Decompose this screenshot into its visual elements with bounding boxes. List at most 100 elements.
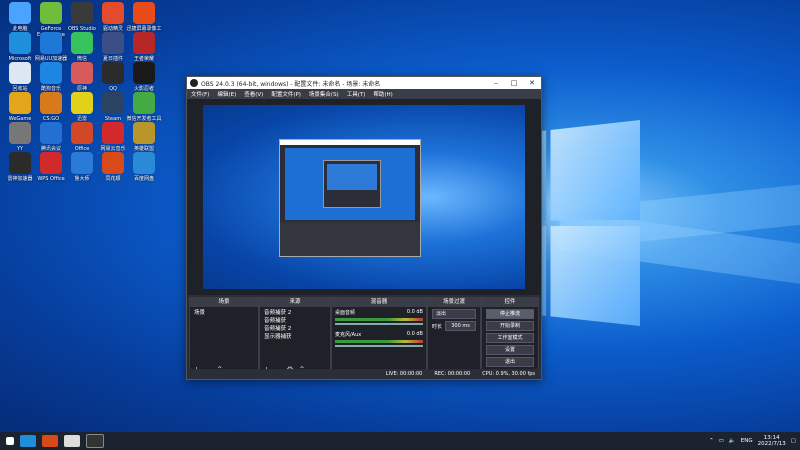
desktop-icon[interactable]: 火影忍者 (126, 62, 162, 92)
control-button[interactable]: 停止推流 (486, 309, 534, 319)
dock-area: 场景 场景 +− ⌃⌄ 来源 音频捕获 2音频捕获音频捕获 2显示器捕获 +− … (187, 297, 541, 377)
app-icon (40, 62, 62, 84)
app-icon (133, 62, 155, 84)
minimize-button[interactable]: – (487, 79, 505, 87)
source-item[interactable]: 显示器捕获 (264, 333, 326, 341)
app-icon (133, 92, 155, 114)
source-item[interactable]: 音频捕获 (264, 317, 326, 325)
app-taskbar-icon[interactable] (42, 435, 58, 447)
sources-header: 来源 (260, 298, 330, 307)
status-bar: LIVE: 00:00:00 REC: 00:00:00 CPU: 0.9%, … (187, 369, 541, 379)
transition-select[interactable]: 淡出 (432, 309, 476, 319)
language-indicator[interactable]: ENG (741, 438, 753, 444)
app-icon (102, 32, 124, 54)
source-item[interactable]: 音频捕获 2 (264, 325, 326, 333)
obs-titlebar[interactable]: OBS 24.0.3 (64-bit, windows) - 配置文件: 未命名… (187, 77, 541, 89)
menu-item[interactable]: 查看(V) (244, 90, 263, 98)
mixer-panel: 混音器 桌面音频 0.0 dB 麦克风/Aux 0.0 dB (331, 297, 427, 377)
mixer-channel: 麦克风/Aux 0.0 dB (335, 331, 423, 351)
app-icon (71, 32, 93, 54)
obs-window[interactable]: OBS 24.0.3 (64-bit, windows) - 配置文件: 未命名… (186, 76, 542, 380)
app-icon (9, 92, 31, 114)
menu-item[interactable]: 编辑(E) (217, 90, 236, 98)
clock-date: 2022/7/13 (757, 441, 786, 447)
menu-item[interactable]: 帮助(H) (373, 90, 392, 98)
volume-slider[interactable] (335, 323, 423, 325)
menu-item[interactable]: 场景集合(S) (309, 90, 339, 98)
taskbar: ⌃ ▭ 🔈 ENG 13:14 2022/7/13 ▢ (0, 432, 800, 450)
duration-input[interactable]: 300 ms (445, 321, 476, 331)
app-icon (102, 2, 124, 24)
scenes-panel: 场景 场景 +− ⌃⌄ (189, 297, 259, 377)
network-icon[interactable]: ▭ (719, 438, 724, 444)
system-tray: ⌃ ▭ 🔈 ENG 13:14 2022/7/13 ▢ (709, 432, 796, 450)
sources-list: 音频捕获 2 音频捕获 音频捕获 2 显示器捕获 (260, 307, 330, 343)
mixer-channel-db: 0.0 dB (406, 331, 423, 337)
desktop: 此电脑GeForce ExperienceOBS Studio驱动精灵迅捷屏幕录… (0, 0, 800, 432)
preview-area[interactable] (187, 99, 541, 295)
transitions-panel: 场景过渡 淡出 时长 300 ms (427, 297, 481, 377)
notification-icon[interactable]: ▢ (791, 438, 796, 444)
scene-item[interactable]: 场景 (194, 309, 254, 317)
app-icon (133, 2, 155, 24)
app-icon (102, 122, 124, 144)
app-icon (40, 152, 62, 174)
volume-meter (335, 340, 423, 343)
maximize-button[interactable]: □ (505, 79, 523, 87)
scenes-header: 场景 (190, 298, 258, 307)
app-icon (102, 92, 124, 114)
menu-item[interactable]: 配置文件(P) (271, 90, 301, 98)
app-icon (71, 122, 93, 144)
explorer-taskbar-icon[interactable] (64, 435, 80, 447)
menu-item[interactable]: 工具(T) (347, 90, 366, 98)
app-icon (40, 32, 62, 54)
mixer-channel-name: 桌面音频 (335, 310, 356, 316)
app-icon (133, 122, 155, 144)
duration-label: 时长 (432, 323, 443, 330)
app-icon (40, 2, 62, 24)
desktop-icon[interactable]: 微信开发者工具 (126, 92, 162, 122)
app-icon (9, 152, 31, 174)
close-button[interactable]: ✕ (523, 79, 541, 87)
start-button-icon[interactable] (6, 437, 14, 445)
app-icon (40, 92, 62, 114)
menu-item[interactable]: 文件(F) (191, 90, 209, 98)
menu-bar: 文件(F) 编辑(E) 查看(V) 配置文件(P) 场景集合(S) 工具(T) 帮助(H) (187, 89, 541, 99)
mixer-channel: 桌面音频 0.0 dB (335, 309, 423, 329)
volume-icon[interactable]: 🔈 (729, 438, 736, 444)
controls-header: 控件 (482, 298, 538, 307)
control-button[interactable]: 工作室模式 (486, 333, 534, 343)
app-icon (133, 32, 155, 54)
desktop-icon[interactable]: 王者荣耀 (126, 32, 162, 62)
live-status: LIVE: 00:00:00 (385, 371, 423, 377)
app-icon (40, 122, 62, 144)
control-button[interactable]: 开始录制 (486, 321, 534, 331)
control-button[interactable]: 退出 (486, 357, 534, 367)
mixer-channel-db: 0.0 dB (406, 309, 423, 315)
mixer-channel-name: 麦克风/Aux (335, 332, 362, 338)
app-icon (9, 62, 31, 84)
app-icon (102, 152, 124, 174)
volume-slider[interactable] (335, 345, 423, 347)
window-title: OBS 24.0.3 (64-bit, windows) - 配置文件: 未命名… (201, 80, 381, 88)
app-icon (71, 152, 93, 174)
control-button[interactable]: 设置 (486, 345, 534, 355)
source-item[interactable]: 音频捕获 2 (264, 309, 326, 317)
desktop-icon[interactable]: 英雄联盟 (126, 122, 162, 152)
sources-panel: 来源 音频捕获 2音频捕获音频捕获 2显示器捕获 +− ⚙⌃⌄ (259, 297, 331, 377)
clock[interactable]: 13:14 2022/7/13 (758, 435, 786, 447)
obs-taskbar-icon[interactable] (86, 434, 104, 448)
edge-taskbar-icon[interactable] (20, 435, 36, 447)
app-icon (9, 2, 31, 24)
desktop-icon[interactable]: 百度网盘 (126, 152, 162, 182)
mixer-header: 混音器 (332, 298, 426, 307)
app-icon (102, 62, 124, 84)
scenes-list: 场景 (190, 307, 258, 319)
transitions-header: 场景过渡 (428, 298, 480, 307)
app-icon (71, 62, 93, 84)
chevron-up-icon[interactable]: ⌃ (709, 438, 714, 444)
desktop-icon-label: 百度网盘 (133, 176, 154, 182)
app-icon (9, 32, 31, 54)
app-icon (71, 92, 93, 114)
nested-obs-window (279, 139, 421, 257)
